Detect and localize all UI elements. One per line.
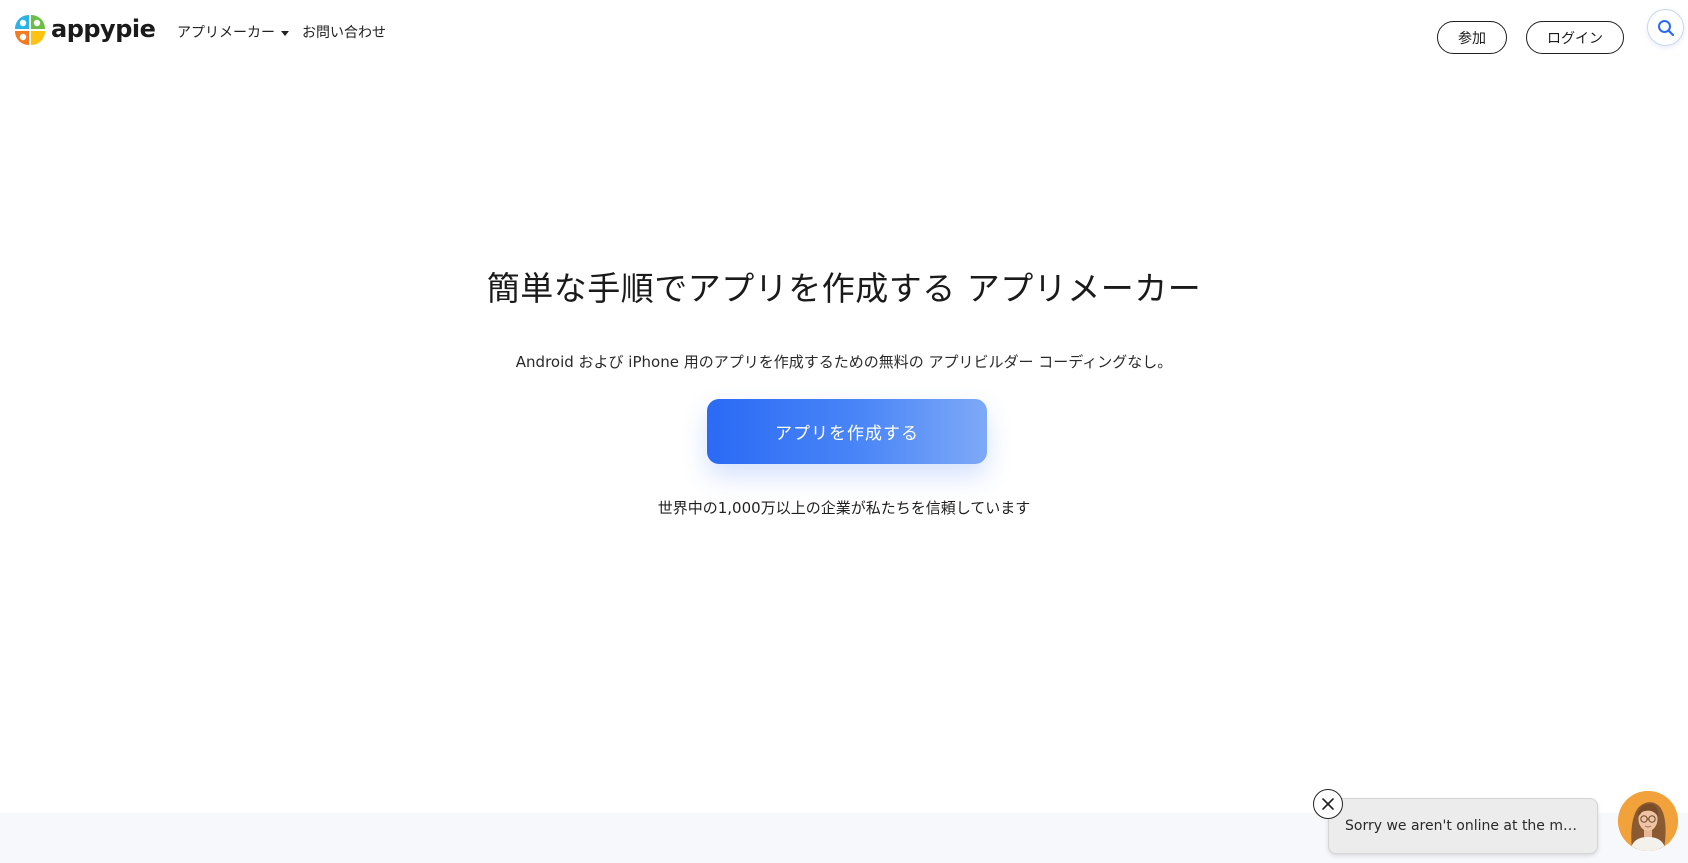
- page: appypie アプリメーカー お問い合わせ 参加 ログイン 簡単な手順でアプリ…: [0, 0, 1688, 863]
- search-icon: [1657, 19, 1674, 36]
- brand-logo[interactable]: appypie: [12, 12, 156, 48]
- trust-statement: 世界中の1,000万以上の企業が私たちを信頼しています: [657, 499, 1031, 517]
- chat-close-button[interactable]: [1313, 789, 1343, 819]
- hero-title: 簡単な手順でアプリを作成する アプリメーカー: [486, 269, 1202, 308]
- main-nav: アプリメーカー お問い合わせ: [177, 22, 386, 42]
- nav-item-contact[interactable]: お問い合わせ: [302, 22, 386, 42]
- search-button[interactable]: [1647, 9, 1684, 46]
- chat-message-text: Sorry we aren't online at the moment. Le…: [1345, 818, 1581, 834]
- close-icon: [1322, 798, 1334, 810]
- chat-agent-avatar[interactable]: [1618, 791, 1678, 851]
- login-button[interactable]: ログイン: [1526, 21, 1624, 54]
- join-button[interactable]: 参加: [1437, 21, 1507, 54]
- nav-item-label: アプリメーカー: [177, 25, 275, 41]
- appypie-logo-icon: [15, 15, 45, 45]
- agent-avatar-icon: [1618, 791, 1678, 851]
- nav-item-app-maker[interactable]: アプリメーカー: [177, 22, 289, 42]
- hero-subtitle: Android および iPhone 用のアプリを作成するための無料の アプリビ…: [515, 353, 1173, 371]
- nav-item-label: お問い合わせ: [302, 25, 386, 41]
- caret-down-icon: [281, 31, 289, 36]
- chat-message-bubble[interactable]: Sorry we aren't online at the moment. Le…: [1328, 798, 1598, 854]
- brand-name: appypie: [51, 15, 156, 43]
- create-app-button[interactable]: アプリを作成する: [707, 399, 987, 464]
